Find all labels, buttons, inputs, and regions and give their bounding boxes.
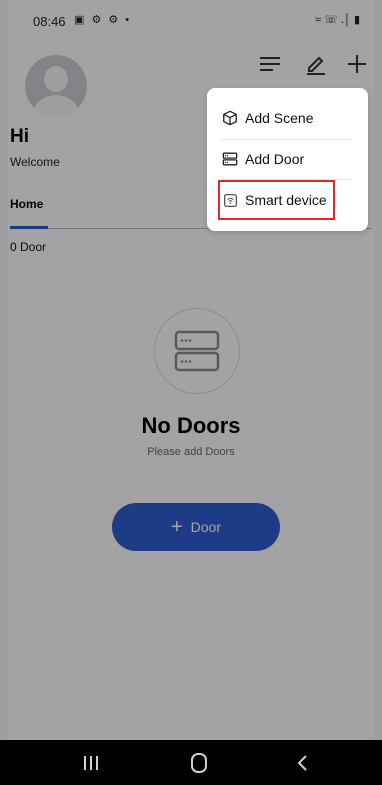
door-device-icon <box>221 150 239 168</box>
menu-item-label: Add Door <box>245 151 305 167</box>
recent-apps-icon[interactable] <box>76 750 106 776</box>
add-popup-menu: Add Scene Add Door Smart device <box>207 88 368 231</box>
system-nav-bar <box>0 740 382 785</box>
highlight-box <box>218 180 335 220</box>
cube-icon <box>221 109 239 127</box>
menu-item-add-door[interactable]: Add Door <box>221 140 304 178</box>
home-icon[interactable] <box>184 750 214 776</box>
menu-item-add-scene[interactable]: Add Scene <box>221 99 314 137</box>
phone-screen: 08:46 ▣ ⚙ ⚙ • ≈ ☏ .│ ▮ Hi Welcome Home 0… <box>0 0 382 785</box>
back-icon[interactable] <box>288 750 318 776</box>
menu-item-label: Add Scene <box>245 110 314 126</box>
